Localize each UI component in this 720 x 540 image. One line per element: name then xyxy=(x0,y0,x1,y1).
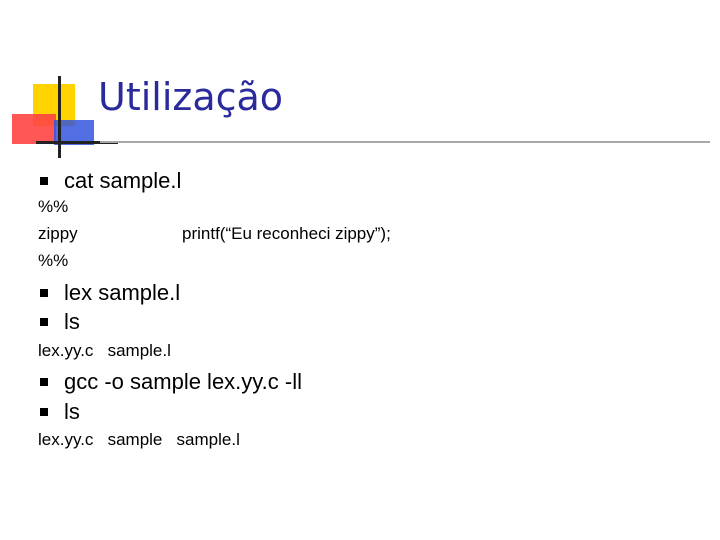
code-line-action: printf(“Eu reconheci zippy”); xyxy=(182,224,391,243)
bullet-item: cat sample.l xyxy=(38,170,181,192)
square-bullet-icon xyxy=(40,289,48,297)
bullet-item: ls xyxy=(38,311,80,333)
command-output: lex.yy.c sample.l xyxy=(38,341,171,360)
command-output: lex.yy.c sample sample.l xyxy=(38,430,240,449)
command-text: gcc -o sample lex.yy.c -ll xyxy=(64,369,302,394)
bullet-item: gcc -o sample lex.yy.c -ll xyxy=(38,371,302,393)
command-text: lex sample.l xyxy=(64,280,181,305)
square-bullet-icon xyxy=(40,378,48,386)
code-line: zippy xyxy=(38,224,78,243)
bullet-item: lex sample.l xyxy=(38,282,180,304)
title-divider xyxy=(100,141,710,143)
square-bullet-icon xyxy=(40,408,48,416)
command-text: ls xyxy=(64,309,80,334)
command-text: cat sample.l xyxy=(64,168,182,193)
square-bullet-icon xyxy=(40,318,48,326)
logo-vertical-line xyxy=(58,76,61,158)
bullet-item: ls xyxy=(38,401,80,423)
code-line: %% xyxy=(38,251,69,270)
slide-title: Utilização xyxy=(98,75,284,119)
square-bullet-icon xyxy=(40,177,48,185)
command-text: ls xyxy=(64,399,80,424)
logo-red-square xyxy=(12,114,56,144)
code-line: %% xyxy=(38,197,69,216)
